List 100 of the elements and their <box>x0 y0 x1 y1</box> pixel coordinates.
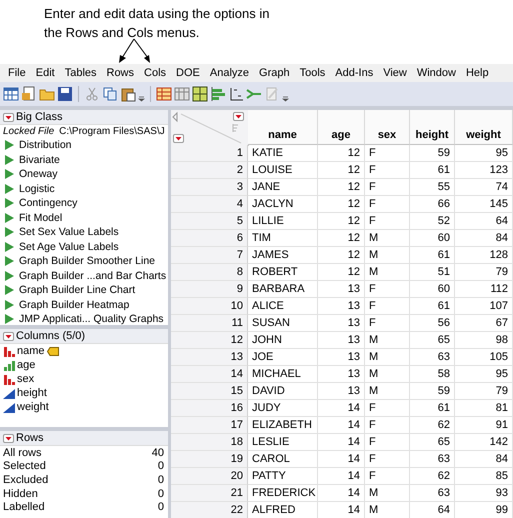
table-cell: 98 <box>455 332 513 349</box>
play-icon[interactable] <box>5 256 14 266</box>
menu-item[interactable]: Edit <box>30 65 60 81</box>
bar-chart-icon[interactable] <box>210 86 226 102</box>
row-number[interactable]: 10 <box>171 298 248 315</box>
column-name[interactable]: weight <box>17 401 49 413</box>
play-icon[interactable] <box>5 212 14 223</box>
column-name[interactable]: height <box>17 387 47 399</box>
column-header[interactable]: age <box>318 110 365 145</box>
play-icon[interactable] <box>5 270 14 281</box>
table-cell: 79 <box>455 383 513 400</box>
table-icon[interactable] <box>156 86 172 102</box>
play-icon[interactable] <box>5 169 14 180</box>
row-number[interactable]: 18 <box>171 434 248 451</box>
column-header[interactable]: height <box>410 110 455 145</box>
script-item[interactable]: JMP Applicati... Quality Graphs <box>19 313 164 326</box>
menu-item[interactable]: Analyze <box>204 65 254 81</box>
row-number[interactable]: 13 <box>171 349 248 366</box>
row-number[interactable]: 11 <box>171 315 248 332</box>
menu-item[interactable]: DOE <box>171 65 205 81</box>
row-number[interactable]: 21 <box>171 485 248 502</box>
row-number[interactable]: 1 <box>171 145 248 162</box>
table-cell: 145 <box>455 196 513 213</box>
menu-item[interactable]: Graph <box>254 65 295 81</box>
play-icon[interactable] <box>5 314 14 324</box>
copy-icon[interactable] <box>102 86 118 102</box>
row-stat-label: Selected <box>3 460 46 472</box>
table-cell: 79 <box>455 264 513 281</box>
script-item[interactable]: Logistic <box>19 182 55 195</box>
play-icon[interactable] <box>5 154 14 165</box>
column-header[interactable]: sex <box>365 110 410 145</box>
script-item[interactable]: Graph Builder Heatmap <box>19 298 130 311</box>
script-item[interactable]: Distribution <box>19 139 72 152</box>
row-number[interactable]: 7 <box>171 247 248 264</box>
menu-item[interactable]: Rows <box>102 65 140 81</box>
table-corner-drawing[interactable] <box>171 110 249 146</box>
row-number[interactable]: 20 <box>171 468 248 485</box>
scissors-icon[interactable] <box>84 86 100 102</box>
play-icon[interactable] <box>5 242 14 252</box>
dropdown-icon[interactable] <box>3 112 14 122</box>
play-icon[interactable] <box>5 140 14 150</box>
column-name[interactable]: name <box>17 345 45 357</box>
table-cell: F <box>365 162 410 179</box>
menu-item[interactable]: Cols <box>139 65 172 81</box>
row-number[interactable]: 4 <box>171 196 248 213</box>
row-number[interactable]: 14 <box>171 366 248 383</box>
menu-item[interactable]: View <box>378 65 412 81</box>
script-item[interactable]: Oneway <box>19 168 58 180</box>
row-number[interactable]: 5 <box>171 213 248 230</box>
script-item[interactable]: Bivariate <box>19 154 60 166</box>
script-item[interactable]: Set Sex Value Labels <box>19 226 119 238</box>
play-icon[interactable] <box>5 184 14 194</box>
row-stat-label: All rows <box>3 446 42 459</box>
menu-item[interactable]: Add-Ins <box>330 65 378 81</box>
column-name[interactable]: age <box>17 359 36 371</box>
table-cell: 63 <box>410 349 455 366</box>
script-item[interactable]: Graph Builder Line Chart <box>19 284 136 296</box>
column-name[interactable]: sex <box>17 373 34 385</box>
menu-item[interactable]: Window <box>412 65 461 81</box>
table-cell: 55 <box>410 179 455 196</box>
row-number[interactable]: 9 <box>171 281 248 298</box>
script-item[interactable]: Graph Builder Smoother Line <box>19 255 155 268</box>
menu-item[interactable]: File <box>3 65 31 81</box>
table-cell: PATTY <box>248 468 318 485</box>
menu-item[interactable]: Tables <box>60 65 102 81</box>
play-icon[interactable] <box>5 300 14 310</box>
script-item[interactable]: Graph Builder ...and Bar Charts <box>19 270 166 282</box>
menu-item[interactable]: Help <box>460 65 494 81</box>
row-number[interactable]: 15 <box>171 383 248 400</box>
dropdown-icon[interactable] <box>3 332 14 340</box>
play-icon[interactable] <box>5 198 14 208</box>
table-cell: F <box>365 298 410 315</box>
dropdown-icon[interactable] <box>3 434 14 442</box>
row-number[interactable]: 6 <box>171 230 248 247</box>
grid-icon[interactable] <box>192 86 208 102</box>
row-number[interactable]: 22 <box>171 502 248 518</box>
save-icon[interactable] <box>57 86 73 102</box>
table-cell: 65 <box>410 332 455 349</box>
row-number[interactable]: 3 <box>171 179 248 196</box>
play-icon[interactable] <box>5 227 14 238</box>
document-icon[interactable] <box>21 86 37 102</box>
row-number[interactable]: 8 <box>171 264 248 281</box>
row-number[interactable]: 16 <box>171 400 248 417</box>
menu-item[interactable]: Tools <box>294 65 330 81</box>
row-number[interactable]: 19 <box>171 451 248 468</box>
play-icon[interactable] <box>5 285 14 296</box>
row-number[interactable]: 12 <box>171 332 248 349</box>
grid-icon[interactable] <box>3 86 19 102</box>
axis-icon[interactable] <box>228 86 244 102</box>
row-number[interactable]: 17 <box>171 417 248 434</box>
table-cell: F <box>365 315 410 332</box>
clipboard-icon[interactable] <box>120 86 136 102</box>
table-cell: 13 <box>318 349 365 366</box>
column-header[interactable]: name <box>248 110 318 145</box>
script-item[interactable]: Contingency <box>19 197 78 210</box>
table-cell: JACLYN <box>248 196 318 213</box>
script-item[interactable]: Set Age Value Labels <box>19 240 119 253</box>
column-header[interactable]: weight <box>455 110 513 145</box>
row-number[interactable]: 2 <box>171 162 248 179</box>
script-item[interactable]: Fit Model <box>19 212 62 224</box>
